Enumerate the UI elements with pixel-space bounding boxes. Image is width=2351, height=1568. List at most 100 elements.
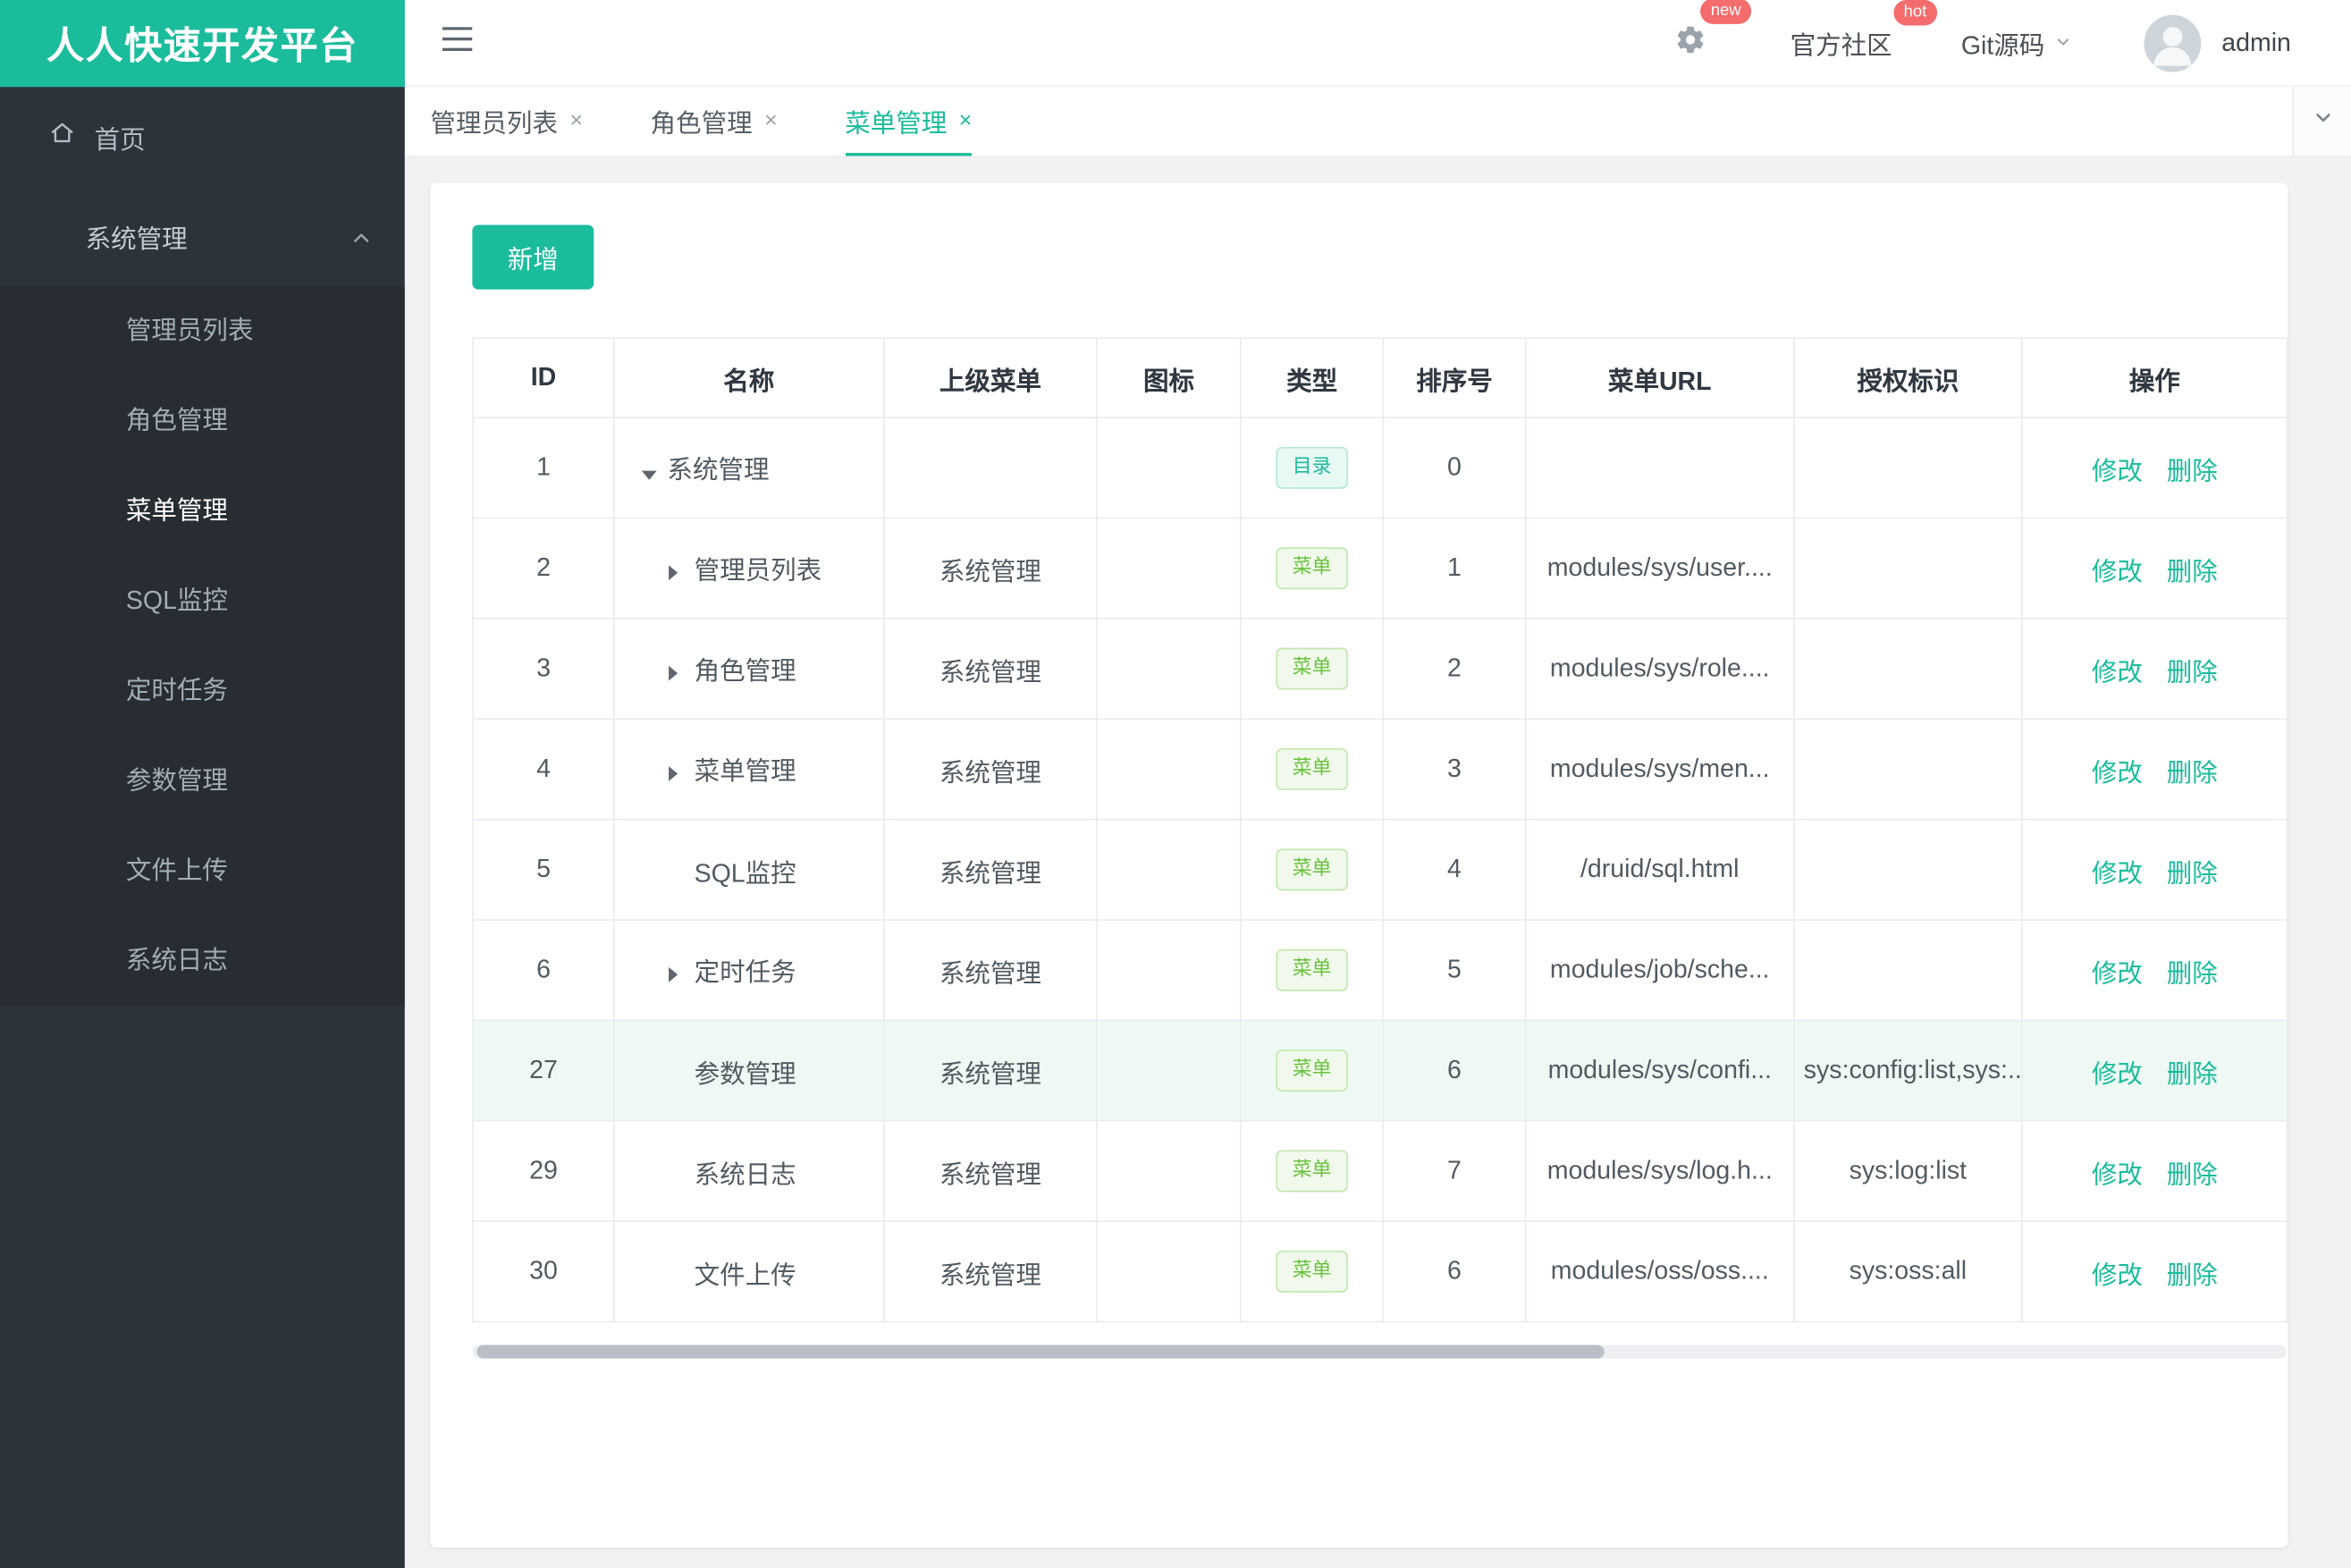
cell-icon [1096, 919, 1242, 1022]
cell-parent: 系统管理 [882, 618, 1098, 721]
expand-caret-icon[interactable] [669, 658, 689, 688]
header-actions: new 官方社区 hot Git源码 admin [1674, 0, 2351, 72]
close-tab-icon[interactable] [569, 109, 583, 131]
cell-actions: 修改 删除 [2021, 517, 2288, 620]
type-tag-menu: 菜单 [1276, 1050, 1348, 1092]
tab-menu-management[interactable]: 菜单管理 [845, 87, 973, 156]
cell-icon [1096, 818, 1242, 921]
sidebar-item-home[interactable]: 首页 [0, 87, 405, 186]
edit-link[interactable]: 修改 [2092, 1159, 2143, 1188]
new-badge: new [1699, 0, 1752, 23]
table-row: 4 菜单管理 系统管理 菜单 3 modules/sys/men... 修改 删除 [472, 718, 2288, 821]
brand-title: 人人快速开发平台 [0, 0, 405, 88]
cell-name: 系统管理 [613, 417, 885, 519]
scrollbar-thumb[interactable] [476, 1345, 1605, 1359]
expand-caret-icon[interactable] [669, 959, 689, 990]
edit-link[interactable]: 修改 [2092, 959, 2143, 988]
delete-link[interactable]: 删除 [2167, 1159, 2218, 1188]
edit-link[interactable]: 修改 [2092, 457, 2143, 485]
sidebar-item-role-management[interactable]: 角色管理 [0, 376, 405, 467]
cell-perms [1793, 718, 2023, 821]
cell-name: 文件上传 [613, 1220, 885, 1323]
edit-link[interactable]: 修改 [2092, 1059, 2143, 1088]
cell-parent: 系统管理 [882, 1019, 1098, 1122]
cell-perms: sys:oss:all [1793, 1220, 2023, 1323]
add-button[interactable]: 新增 [472, 224, 594, 290]
sidebar-item-file-upload[interactable]: 文件上传 [0, 826, 405, 916]
cell-actions: 修改 删除 [2021, 618, 2288, 721]
type-tag-menu: 菜单 [1276, 747, 1348, 790]
delete-link[interactable]: 删除 [2167, 557, 2218, 586]
cell-parent: 系统管理 [882, 1220, 1098, 1323]
sidebar-item-system-log[interactable]: 系统日志 [0, 916, 405, 1007]
username-label[interactable]: admin [2221, 28, 2291, 58]
column-header-parent: 上级菜单 [882, 337, 1098, 418]
close-tab-icon[interactable] [959, 109, 973, 131]
cell-parent: 系统管理 [882, 718, 1098, 821]
tabs-dropdown-button[interactable] [2292, 87, 2351, 156]
sidebar-item-sql-monitor[interactable]: SQL监控 [0, 556, 405, 646]
community-link[interactable]: 官方社区 hot [1790, 0, 1937, 62]
sidebar-group-system-management[interactable]: 系统管理 [0, 186, 405, 286]
menu-management-panel: 新增 ID 名称 上级菜单 图标 类型 排序号 菜单URL 授权标识 操作 1 … [430, 182, 2288, 1547]
cell-actions: 修改 删除 [2021, 1220, 2288, 1323]
cell-parent: 系统管理 [882, 1119, 1098, 1222]
table-row: 5 SQL监控 系统管理 菜单 4 /druid/sql.html 修改 删除 [472, 818, 2288, 921]
table-row: 29 系统日志 系统管理 菜单 7 modules/sys/log.h... s… [472, 1119, 2288, 1222]
cell-perms [1793, 417, 2023, 519]
cell-icon [1096, 718, 1242, 821]
sidebar-item-menu-management[interactable]: 菜单管理 [0, 467, 405, 557]
expand-caret-icon[interactable] [669, 758, 689, 788]
delete-link[interactable]: 删除 [2167, 858, 2218, 887]
edit-link[interactable]: 修改 [2092, 758, 2143, 787]
delete-link[interactable]: 删除 [2167, 1059, 2218, 1088]
cell-type: 菜单 [1240, 1119, 1385, 1222]
close-tab-icon[interactable] [764, 109, 778, 131]
type-tag-menu: 菜单 [1276, 848, 1348, 891]
cell-id: 30 [472, 1220, 615, 1323]
cell-actions: 修改 删除 [2021, 818, 2288, 921]
sidebar-toggle-button[interactable] [442, 27, 473, 58]
delete-link[interactable]: 删除 [2167, 1260, 2218, 1289]
cell-order: 4 [1382, 818, 1527, 921]
tab-admin-list[interactable]: 管理员列表 [430, 87, 583, 156]
cell-order: 0 [1382, 417, 1527, 519]
sidebar-item-scheduled-tasks[interactable]: 定时任务 [0, 646, 405, 737]
edit-link[interactable]: 修改 [2092, 657, 2143, 686]
type-tag-menu: 菜单 [1276, 647, 1348, 690]
cell-url: modules/job/sche... [1524, 919, 1795, 1022]
settings-button[interactable]: new [1674, 0, 1752, 63]
table-row: 27 参数管理 系统管理 菜单 6 modules/sys/confi... s… [472, 1019, 2288, 1122]
cell-name: 菜单管理 [613, 718, 885, 821]
menu-name: 定时任务 [694, 958, 796, 988]
cell-order: 6 [1382, 1220, 1527, 1323]
delete-link[interactable]: 删除 [2167, 457, 2218, 485]
expand-caret-icon[interactable] [669, 558, 689, 588]
menu-name: SQL监控 [694, 858, 796, 888]
tab-label: 管理员列表 [430, 108, 558, 138]
user-avatar[interactable] [2144, 13, 2201, 72]
cell-name: 管理员列表 [613, 517, 885, 620]
horizontal-scrollbar[interactable] [472, 1345, 2287, 1359]
edit-link[interactable]: 修改 [2092, 858, 2143, 887]
sidebar-item-admin-list[interactable]: 管理员列表 [0, 286, 405, 376]
tab-role-management[interactable]: 角色管理 [651, 87, 778, 156]
edit-link[interactable]: 修改 [2092, 557, 2143, 586]
cell-name: SQL监控 [613, 818, 885, 921]
cell-perms: sys:config:list,sys:... [1793, 1019, 2023, 1122]
collapse-caret-icon[interactable] [642, 457, 662, 487]
delete-link[interactable]: 删除 [2167, 959, 2218, 988]
table-row: 2 管理员列表 系统管理 菜单 1 modules/sys/user.... 修… [472, 517, 2288, 620]
delete-link[interactable]: 删除 [2167, 758, 2218, 787]
cell-order: 5 [1382, 919, 1527, 1022]
cell-perms [1793, 818, 2023, 921]
cell-id: 1 [472, 417, 615, 519]
edit-link[interactable]: 修改 [2092, 1260, 2143, 1289]
git-source-link[interactable]: Git源码 [1961, 24, 2072, 62]
sidebar-item-param-management[interactable]: 参数管理 [0, 737, 405, 827]
column-header-icon: 图标 [1096, 337, 1242, 418]
cell-type: 菜单 [1240, 1220, 1385, 1323]
delete-link[interactable]: 删除 [2167, 657, 2218, 686]
community-label: 官方社区 [1790, 31, 1892, 61]
cell-order: 3 [1382, 718, 1527, 821]
